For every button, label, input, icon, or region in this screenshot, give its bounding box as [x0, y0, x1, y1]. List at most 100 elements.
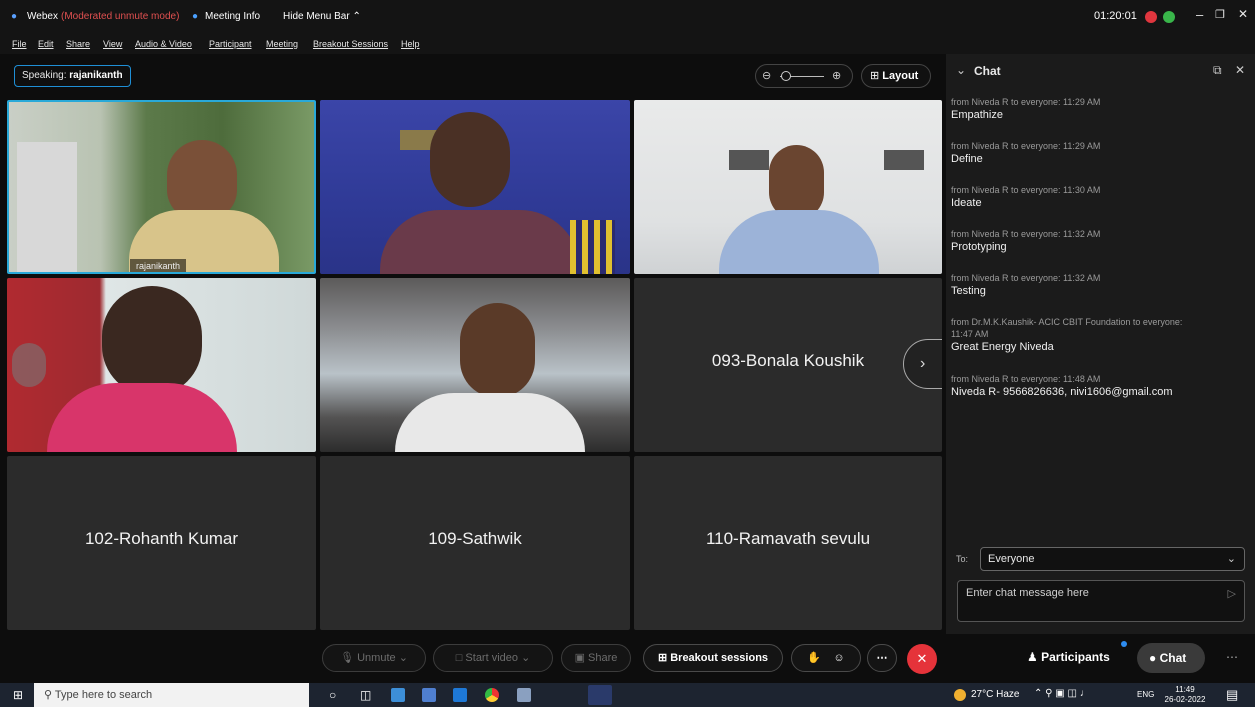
chrome-icon[interactable] [485, 688, 499, 702]
raise-hand-icon[interactable]: ✋ [807, 652, 821, 664]
system-clock[interactable]: 11:49 26-02-2022 [1160, 685, 1210, 705]
breakout-sessions-button[interactable]: ⊞ Breakout sessions [643, 644, 783, 672]
chat-bubble-icon: ● [1149, 651, 1157, 665]
previous-page-button[interactable] [12, 343, 46, 387]
taskbar-search-input[interactable]: ⚲ Type here to search [34, 683, 309, 707]
hide-menu-bar-label: Hide Menu Bar [283, 11, 350, 22]
task-view-icon[interactable]: ◫ [360, 688, 371, 702]
person-head [769, 145, 824, 220]
speaking-label: Speaking: [22, 70, 67, 81]
restore-icon[interactable]: ❐ [1215, 8, 1225, 21]
menu-audio-video[interactable]: Audio & Video [135, 39, 192, 49]
chat-message: from Niveda R to everyone: 11:32 AM Test… [951, 272, 1241, 299]
zoom-in-icon[interactable]: ⊕ [832, 69, 841, 82]
menu-file[interactable]: File [12, 39, 27, 49]
chat-message: from Niveda R to everyone: 11:32 AM Prot… [951, 228, 1241, 255]
info-icon: ● [192, 11, 199, 22]
chat-message: from Niveda R to everyone: 11:29 AM Empa… [951, 96, 1241, 123]
video-tile-rajanikanth[interactable]: rajanikanth [7, 100, 316, 274]
menu-participant[interactable]: Participant [209, 39, 252, 49]
menu-edit[interactable]: Edit [38, 39, 54, 49]
message-body: Testing [951, 285, 986, 297]
person-body [380, 210, 580, 274]
video-off-icon: □ [455, 652, 463, 664]
language-indicator[interactable]: ENG [1137, 690, 1154, 699]
message-sender: from Niveda R to everyone: 11:30 AM [951, 185, 1101, 195]
chat-message-input[interactable]: Enter chat message here ▷ [957, 580, 1245, 622]
message-body: Ideate [951, 197, 982, 209]
pop-out-icon[interactable]: ⧉ [1213, 63, 1222, 78]
layout-button[interactable]: ⊞ Layout [861, 64, 931, 88]
participant-tile-bonala-koushik[interactable]: 093-Bonala Koushik › [634, 278, 942, 452]
chevron-right-icon: › [920, 355, 926, 372]
menu-view[interactable]: View [103, 39, 122, 49]
breakout-label: Breakout sessions [670, 652, 769, 664]
weather-text: 27°C Haze [971, 689, 1020, 700]
chat-message: from Dr.M.K.Kaushik- ACIC CBIT Foundatio… [951, 316, 1241, 355]
video-tile-3[interactable] [634, 100, 942, 274]
person-head [460, 303, 535, 398]
message-sender: from Niveda R to everyone: 11:48 AM [951, 374, 1101, 384]
send-icon[interactable]: ▷ [1228, 587, 1236, 600]
menu-breakout-sessions[interactable]: Breakout Sessions [313, 39, 388, 49]
participant-tile-ramavath-sevulu[interactable]: 110-Ramavath sevulu [634, 456, 942, 630]
collapse-chat-icon[interactable]: ⌄ [956, 63, 966, 77]
start-video-button[interactable]: □ Start video ⌄ [433, 644, 553, 672]
raise-hand-reactions-group[interactable]: ✋ ☺ [791, 644, 861, 672]
windows-start-icon[interactable]: ⊞ [13, 688, 23, 702]
share-button[interactable]: ▣ Share [561, 644, 631, 672]
search-placeholder: Type here to search [54, 689, 153, 701]
message-sender: from Niveda R to everyone: 11:32 AM [951, 229, 1101, 239]
participants-button[interactable]: ♟ Participants [1027, 650, 1110, 664]
cortana-icon[interactable]: ○ [329, 688, 336, 702]
desktop-app-icon[interactable] [391, 688, 405, 702]
leave-meeting-button[interactable]: ✕ [907, 644, 937, 674]
chat-message: from Niveda R to everyone: 11:30 AM Idea… [951, 184, 1241, 211]
video-tile-2[interactable] [320, 100, 630, 274]
windows-taskbar: ⊞ ⚲ Type here to search ○ ◫ 27°C Haze ⌃ … [0, 683, 1255, 707]
moderated-mode-label: (Moderated unmute mode) [61, 11, 180, 22]
reactions-icon[interactable]: ☺ [833, 652, 844, 664]
message-body: Niveda R- 9566826636, nivi1606@gmail.com [951, 386, 1173, 398]
zoom-out-icon[interactable]: ⊖ [762, 69, 771, 82]
webex-taskbar-icon[interactable] [588, 685, 612, 705]
recipient-select[interactable]: Everyone ⌄ [980, 547, 1245, 571]
participant-tile-sathwik[interactable]: 109-Sathwik [320, 456, 630, 630]
network-app-icon[interactable] [517, 688, 531, 702]
close-chat-icon[interactable]: ✕ [1235, 63, 1245, 77]
recording-icon[interactable] [1145, 11, 1157, 23]
minimize-icon[interactable]: – [1196, 7, 1203, 22]
message-sender: from Dr.M.K.Kaushik- ACIC CBIT Foundatio… [951, 317, 1183, 327]
chat-button[interactable]: ● Chat [1137, 643, 1205, 673]
ac-unit-shape [729, 150, 769, 170]
close-window-icon[interactable]: ✕ [1238, 7, 1248, 21]
participant-name: 093-Bonala Koushik [711, 351, 865, 370]
mail-app-icon[interactable] [453, 688, 467, 702]
next-page-button[interactable]: › [903, 339, 942, 389]
participant-name-overlay: rajanikanth [130, 259, 187, 272]
chat-header: ⌄ Chat ⧉ ✕ [946, 58, 1255, 84]
chevron-up-icon: ⌃ [352, 11, 361, 22]
hide-menu-bar-button[interactable]: Hide Menu Bar ⌃ [283, 11, 361, 22]
calendar-app-icon[interactable] [422, 688, 436, 702]
close-icon: ✕ [916, 651, 928, 666]
video-tile-5[interactable] [320, 278, 630, 452]
notifications-icon[interactable]: ▤ [1226, 687, 1238, 703]
meeting-info-button[interactable]: Meeting Info [205, 11, 260, 22]
participants-notification-dot [1121, 641, 1127, 647]
unmute-button[interactable]: 🎙 Unmute ⌄ [322, 644, 426, 672]
menu-help[interactable]: Help [401, 39, 420, 49]
connection-status-icon[interactable] [1163, 11, 1175, 23]
active-speaker-badge: Speaking: rajanikanth [14, 65, 131, 87]
participant-tile-rohanth-kumar[interactable]: 102-Rohanth Kumar [7, 456, 316, 630]
zoom-slider[interactable]: ⊖ ⊕ [755, 64, 853, 88]
menu-share[interactable]: Share [66, 39, 90, 49]
video-tile-4[interactable] [7, 278, 316, 452]
menu-meeting[interactable]: Meeting [266, 39, 298, 49]
system-tray-icons[interactable]: ⌃ ⚲ ▣ ◫ ♩ [1034, 688, 1090, 699]
more-icon[interactable]: ⋯ [1226, 650, 1238, 664]
more-options-button[interactable]: ⋯ [867, 644, 897, 672]
chevron-down-icon: ⌄ [1226, 553, 1236, 565]
zoom-thumb[interactable] [781, 71, 791, 81]
speaker-name: rajanikanth [69, 70, 123, 81]
